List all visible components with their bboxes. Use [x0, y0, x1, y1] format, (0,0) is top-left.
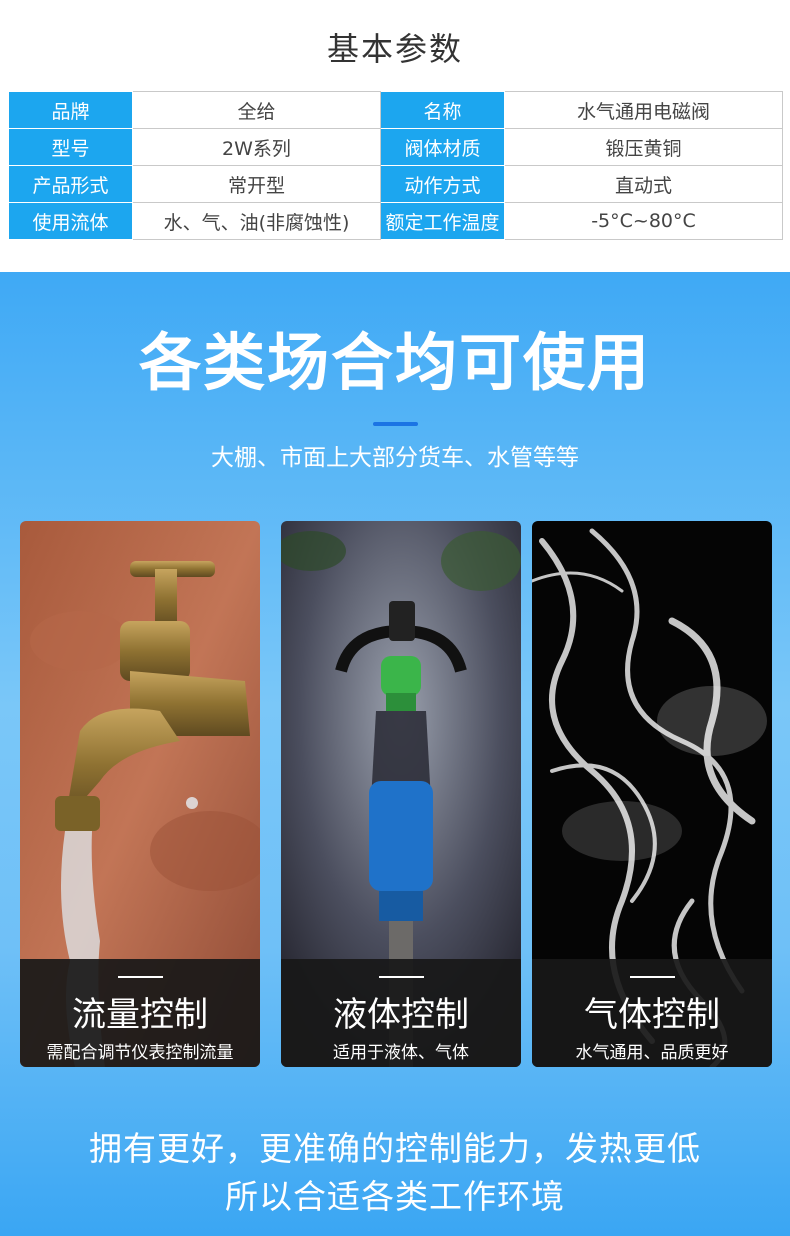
caption-divider: [379, 976, 424, 978]
card-desc: 水气通用、品质更好: [575, 1043, 729, 1063]
card-gas-control: 气体控制 水气通用、品质更好: [532, 521, 772, 1067]
usage-subtitle: 大棚、市面上大部分货车、水管等等: [211, 445, 579, 471]
param-key: 品牌: [8, 91, 133, 129]
table-row: 品牌 全给 名称 水气通用电磁阀: [8, 91, 783, 129]
param-key: 型号: [8, 128, 133, 166]
table-row: 使用流体 水、气、油(非腐蚀性) 额定工作温度 -5°C~80°C: [8, 202, 783, 240]
card-liquid-control: 液体控制 适用于液体、气体: [281, 521, 521, 1067]
caption-divider: [118, 976, 163, 978]
param-key: 使用流体: [8, 202, 133, 240]
param-value: 直动式: [504, 165, 783, 203]
usage-title: 各类场合均可使用: [138, 326, 651, 399]
table-row: 型号 2W系列 阀体材质 锻压黄铜: [8, 128, 783, 166]
params-title: 基本参数: [326, 30, 463, 68]
usage-section: 各类场合均可使用 大棚、市面上大部分货车、水管等等 流量控制 需配合调节仪表控制…: [0, 272, 790, 1236]
param-value: 常开型: [132, 165, 381, 203]
card-desc: 适用于液体、气体: [333, 1043, 469, 1063]
param-value: -5°C~80°C: [504, 202, 783, 240]
param-key: 名称: [380, 91, 505, 129]
card-caption: 液体控制 适用于液体、气体: [281, 959, 521, 1067]
card-flow-control: 流量控制 需配合调节仪表控制流量: [20, 521, 260, 1067]
card-title: 流量控制: [72, 995, 208, 1035]
bottom-text-line1: 拥有更好，更准确的控制能力，发热更低: [89, 1129, 701, 1168]
caption-divider: [630, 976, 675, 978]
param-value: 锻压黄铜: [504, 128, 783, 166]
card-title: 气体控制: [584, 995, 720, 1035]
param-key: 动作方式: [380, 165, 505, 203]
table-row: 产品形式 常开型 动作方式 直动式: [8, 165, 783, 203]
title-accent-line: [373, 422, 418, 426]
card-title: 液体控制: [333, 995, 469, 1035]
param-value: 水气通用电磁阀: [504, 91, 783, 129]
param-key: 产品形式: [8, 165, 133, 203]
param-key: 额定工作温度: [380, 202, 505, 240]
param-value: 水、气、油(非腐蚀性): [132, 202, 381, 240]
param-key: 阀体材质: [380, 128, 505, 166]
params-table: 品牌 全给 名称 水气通用电磁阀 型号 2W系列 阀体材质 锻压黄铜 产品形式 …: [8, 91, 783, 240]
bottom-text-line2: 所以合适各类工作环境: [225, 1177, 565, 1216]
param-value: 全给: [132, 91, 381, 129]
card-desc: 需配合调节仪表控制流量: [46, 1043, 234, 1063]
params-section: 基本参数 品牌 全给 名称 水气通用电磁阀 型号 2W系列 阀体材质 锻压黄铜 …: [0, 0, 790, 272]
card-caption: 气体控制 水气通用、品质更好: [532, 959, 772, 1067]
param-value: 2W系列: [132, 128, 381, 166]
card-caption: 流量控制 需配合调节仪表控制流量: [20, 959, 260, 1067]
